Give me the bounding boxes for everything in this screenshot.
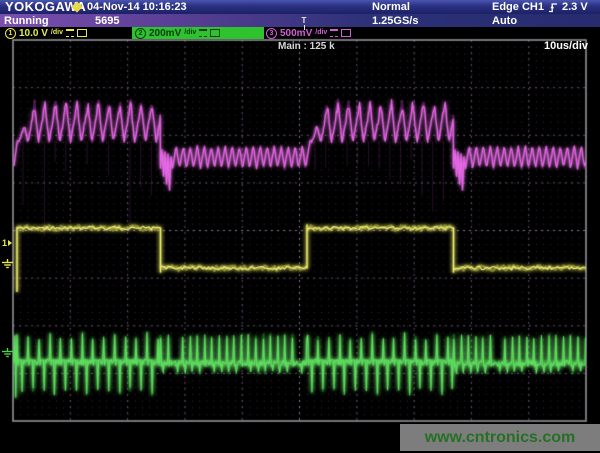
trigger-level: 2.3 V xyxy=(562,1,588,13)
watermark: www.cntronics.com xyxy=(400,424,600,451)
channel-2-readout: 2 200mV /div xyxy=(132,27,264,39)
channel-3-readout: 3 500mV /div xyxy=(266,27,351,39)
channel-3-number-icon: 3 xyxy=(266,28,277,39)
channel-1-perdiv: /div xyxy=(51,27,63,39)
channel-1-position-marker: 1 xyxy=(2,238,12,248)
rising-edge-icon xyxy=(548,2,558,13)
channel-1-number-icon: 1 xyxy=(5,28,16,39)
probe-icon xyxy=(341,29,351,37)
waveform-display xyxy=(0,0,600,453)
acquisition-count: 5695 xyxy=(95,15,119,27)
coupling-dc-icon xyxy=(330,29,338,37)
channel-2-number-icon: 2 xyxy=(135,28,146,39)
probe-icon xyxy=(77,29,87,37)
trigger-settings: Edge CH1 2.3 V xyxy=(492,1,588,13)
record-length-label: Main : 125 k xyxy=(278,41,335,52)
coupling-dc-icon xyxy=(66,29,74,37)
channel-3-scale: 500mV xyxy=(280,28,312,39)
channel-1-scale: 10.0 V xyxy=(19,28,48,39)
channel-1-readout: 1 10.0 V /div xyxy=(5,27,87,39)
oscilloscope-screen: YOKOGAWA 04-Nov-14 10:16:23 Normal Edge … xyxy=(0,0,600,453)
coupling-dc-icon xyxy=(199,29,207,37)
probe-icon xyxy=(210,29,220,37)
marker-arrow-icon xyxy=(8,240,12,246)
trigger-mode: Auto xyxy=(492,15,517,27)
header-bar: YOKOGAWA 04-Nov-14 10:16:23 Normal Edge … xyxy=(0,0,600,14)
channel-1-ground-icon xyxy=(1,259,14,269)
channel-2-perdiv: /div xyxy=(184,27,196,39)
sample-rate: 1.25GS/s xyxy=(372,15,418,27)
trigger-position-label: T xyxy=(302,16,307,25)
timebase-label: 10us/div xyxy=(544,40,588,52)
trigger-source: Edge CH1 xyxy=(492,1,544,13)
acquisition-status: Running xyxy=(4,15,49,27)
datetime: 04-Nov-14 10:16:23 xyxy=(87,1,187,13)
channel-3-perdiv: /div xyxy=(315,27,327,39)
acquisition-mode: Normal xyxy=(372,1,410,13)
channel-2-scale: 200mV xyxy=(149,28,181,39)
channel-1-marker-label: 1 xyxy=(2,238,7,248)
channel-2-ground-icon xyxy=(1,348,14,358)
